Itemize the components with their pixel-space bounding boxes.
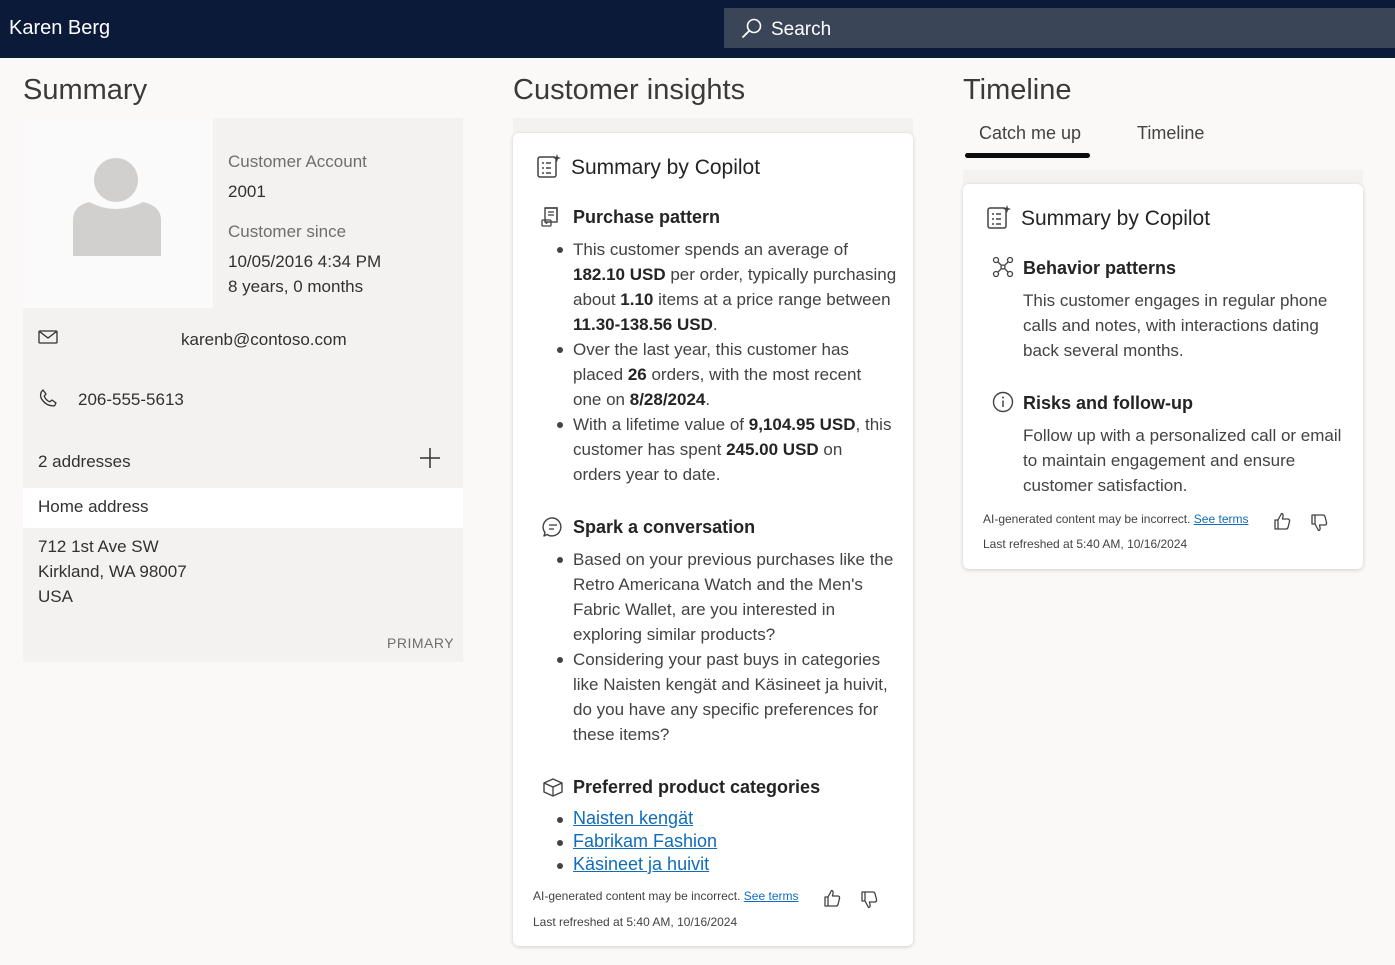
since-duration: 8 years, 0 months — [228, 277, 364, 296]
avatar — [23, 118, 213, 308]
copilot-summary-icon — [987, 205, 1011, 229]
since-label: Customer since — [228, 222, 347, 241]
risks-followup-title: Risks and follow-up — [1023, 393, 1194, 413]
insights-copilot-card: Summary by Copilot Purchase pattern This… — [513, 133, 913, 946]
timeline-heading: Timeline — [963, 74, 1072, 106]
info-icon — [992, 391, 1014, 413]
risks-followup-text: Follow up with a personalized call or em… — [1023, 426, 1342, 495]
spark-conversation-title: Spark a conversation — [573, 517, 756, 537]
home-address-label: Home address — [38, 497, 149, 516]
search-placeholder: Search — [771, 19, 832, 40]
search-box[interactable]: Search — [724, 8, 1395, 48]
category-link[interactable]: Naisten kengät — [573, 808, 693, 828]
home-address-header[interactable]: Home address — [23, 488, 463, 528]
user-name: Karen Berg — [9, 17, 111, 39]
category-item[interactable]: Naisten kengät — [557, 807, 903, 830]
see-terms-link[interactable]: See terms — [1194, 512, 1249, 526]
see-terms-link[interactable]: See terms — [744, 889, 799, 903]
purchase-bullet-3: With a lifetime value of 9,104.95 USD, t… — [557, 412, 903, 487]
phone-icon — [39, 389, 57, 407]
address-line-1: 712 1st Ave SW — [38, 537, 159, 556]
thumbs-up-icon[interactable] — [822, 888, 842, 908]
category-item[interactable]: Käsineet ja huivit — [557, 853, 903, 876]
timeline-disclaimer: AI-generated content may be incorrect. S… — [983, 512, 1249, 526]
timeline-copilot-card: Summary by Copilot Behavior patterns Thi… — [963, 184, 1363, 569]
purchase-pattern-title: Purchase pattern — [573, 207, 721, 227]
search-icon — [742, 18, 762, 38]
tab-timeline[interactable]: Timeline — [1137, 123, 1204, 144]
summary-card: Customer Account 2001 Customer since 10/… — [23, 118, 463, 662]
receipt-icon — [541, 207, 558, 227]
thumbs-down-icon[interactable] — [1309, 513, 1329, 533]
spark-bullet-2: Considering your past buys in categories… — [557, 647, 903, 747]
primary-badge: PRIMARY — [387, 635, 455, 651]
purchase-pattern-list: This customer spends an average of 182.10… — [557, 237, 903, 487]
account-value: 2001 — [228, 182, 266, 201]
timeline-card-title: Summary by Copilot — [1021, 207, 1211, 230]
preferred-categories-title: Preferred product categories — [573, 777, 821, 797]
phone-number[interactable]: 206-555-5613 — [78, 390, 184, 410]
category-item[interactable]: Fabrikam Fashion — [557, 830, 903, 853]
network-nodes-icon — [992, 256, 1014, 278]
category-link[interactable]: Käsineet ja huivit — [573, 854, 709, 874]
timeline-refreshed: Last refreshed at 5:40 AM, 10/16/2024 — [983, 537, 1188, 551]
behavior-patterns-title: Behavior patterns — [1023, 258, 1177, 278]
thumbs-down-icon[interactable] — [859, 890, 879, 910]
account-label: Customer Account — [228, 152, 367, 171]
person-silhouette-icon — [73, 158, 161, 256]
add-address-icon[interactable] — [419, 447, 441, 469]
purchase-bullet-2: Over the last year, this customer has pla… — [557, 337, 903, 412]
insights-disclaimer: AI-generated content may be incorrect. S… — [533, 889, 799, 903]
spark-bullet-1: Based on your previous purchases like th… — [557, 547, 903, 647]
tab-catch-me-up[interactable]: Catch me up — [979, 123, 1081, 144]
package-icon — [543, 778, 563, 797]
addresses-count: 2 addresses — [38, 452, 131, 471]
purchase-bullet-1: This customer spends an average of 182.10… — [557, 237, 903, 337]
copilot-summary-icon — [537, 154, 561, 178]
mail-icon — [38, 330, 58, 344]
top-bar: Karen Berg Search — [0, 0, 1395, 58]
address-line-2: Kirkland, WA 98007 — [38, 562, 187, 581]
insights-heading: Customer insights — [513, 74, 746, 106]
chat-bubble-icon — [542, 517, 562, 537]
address-line-3: USA — [38, 587, 73, 606]
insights-refreshed: Last refreshed at 5:40 AM, 10/16/2024 — [533, 915, 738, 929]
summary-heading: Summary — [23, 74, 148, 106]
insights-card-title: Summary by Copilot — [571, 156, 761, 179]
preferred-categories-list: Naisten kengät Fabrikam Fashion Käsineet… — [557, 807, 903, 876]
category-link[interactable]: Fabrikam Fashion — [573, 831, 717, 851]
thumbs-up-icon[interactable] — [1272, 511, 1292, 531]
tab-selected-indicator — [965, 153, 1090, 158]
since-date: 10/05/2016 4:34 PM — [228, 252, 382, 271]
behavior-patterns-text: This customer engages in regular phone ca… — [1023, 291, 1328, 360]
spark-conversation-list: Based on your previous purchases like th… — [557, 547, 903, 747]
email-link[interactable]: karenb@contoso.com — [181, 330, 347, 350]
